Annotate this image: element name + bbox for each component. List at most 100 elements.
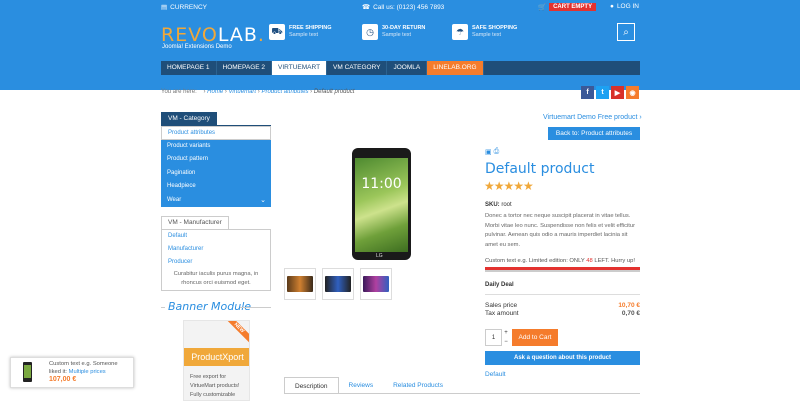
sku-info: SKU: root [485,202,512,208]
custom-stock-text: Custom text e.g. Limited edition: ONLY 4… [485,258,635,264]
popup-price: 107,00 € [49,376,77,383]
feature-title: FREE SHIPPING [289,25,332,31]
feature-shipping: ⛟ FREE SHIPPING Sample text [269,24,331,40]
category-item[interactable]: Product attributes [161,126,271,140]
phone-brand-logo: LG [376,253,383,259]
login-link[interactable]: ● LOG IN [610,3,639,10]
nav-virtuemart[interactable]: VIRTUEMART [272,61,328,75]
banner-desc-line: Free export for [190,374,227,380]
custom-text-post: LEFT. Hurry up! [592,258,635,264]
breadcrumb-home[interactable]: Home [207,89,223,95]
plus-icon[interactable]: + [502,329,510,337]
ask-question-button[interactable]: Ask a question about this product [485,351,640,365]
login-label: LOG IN [616,3,639,10]
minus-icon[interactable]: − [502,338,510,346]
tab-reviews[interactable]: Reviews [339,377,384,394]
call-label: Call us: (0123) 456 7893 [373,3,445,11]
daily-deal-label: Daily Deal [485,282,514,288]
phone-screen: 11:00 [355,158,408,252]
main-nav: HOMEPAGE 1 HOMEPAGE 2 VIRTUEMART VM CATE… [161,61,640,75]
currency-menu[interactable]: ▤ CURRENCY [161,3,207,12]
currency-label: CURRENCY [170,3,207,11]
currency-icon: ▤ [161,4,168,11]
popup-product-link[interactable]: Multiple prices [69,369,106,375]
tab-related-products[interactable]: Related Products [383,377,453,394]
breadcrumb-virtuemart[interactable]: Virtuemart [229,89,257,95]
logo-dot: . [257,24,265,46]
category-item[interactable]: Pagination [161,166,271,180]
next-product-link[interactable]: Virtuemart Demo Free product › [543,114,642,121]
feature-sub: Sample text [382,32,412,38]
facebook-icon[interactable]: f [581,86,594,99]
manufacturer-item[interactable]: Producer [162,256,270,269]
social-proof-popup[interactable]: Custom text e.g. Someone liked it: Multi… [10,357,134,388]
sales-price-row: Sales price 10,70 € [485,302,640,309]
tax-value: 0,70 € [621,310,640,317]
add-to-cart-button[interactable]: Add to Cart [512,329,558,346]
category-item[interactable]: Headpiece [161,180,271,194]
product-main-image[interactable]: 11:00 LG [352,148,411,260]
product-thumbnail[interactable] [284,268,316,300]
print-icon[interactable]: ⎙ [494,148,500,156]
cart-link[interactable]: 🛒 CART EMPTY [538,3,597,11]
tabs-divider [284,393,640,394]
twitter-icon[interactable]: t [596,86,609,99]
tab-description[interactable]: Description [284,377,339,394]
nav-vm-category[interactable]: VM CATEGORY [327,61,388,75]
youtube-icon[interactable]: ▶ [611,86,624,99]
quantity-input[interactable]: 1 [485,329,502,346]
umbrella-icon: ☂ [452,24,468,40]
product-thumbnail[interactable] [360,268,392,300]
top-bar: ▤ CURRENCY ☎ Call us: (0123) 456 7893 🛒 … [0,0,800,16]
banner-divider-left [161,307,165,308]
category-item[interactable]: Product variants [161,139,271,153]
banner-divider-right [240,307,271,308]
call-info: ☎ Call us: (0123) 456 7893 [362,3,445,12]
feature-sub: Sample text [289,32,319,38]
logo-subtitle: Joomla! Extensions Demo [162,44,232,50]
thumbnail-image [363,276,389,292]
sku-value: root [501,202,512,208]
category-item[interactable]: Product pattern [161,153,271,167]
breadcrumb-prefix: You are here: [161,89,197,95]
user-icon: ● [610,3,614,10]
nav-joomla[interactable]: JOOMLA [387,61,428,75]
site-logo[interactable]: REVOLAB. [161,24,265,46]
social-links: f t ▶ ◉ [581,86,639,99]
pdf-icon[interactable]: ▣ [485,148,492,156]
popup-line-prefix: liked it: [49,368,69,375]
manufacturer-item[interactable]: Manufacturer [162,243,270,256]
cart-badge: CART EMPTY [549,3,597,11]
manufacturer-desc-line: Curabitur iaculis purus magna, in [173,271,259,277]
search-button[interactable]: ⌕ [617,23,635,41]
banner-desc-line: Fully customizable [190,392,236,398]
chevron-down-icon[interactable]: ⌄ [260,194,266,208]
thumbnail-image [325,276,351,292]
product-thumbnail[interactable] [322,268,354,300]
popup-text: Custom text e.g. Someone liked it: Multi… [49,361,118,376]
banner-description: Free export for VirtueMart products! Ful… [190,373,239,400]
breadcrumb: You are here: › Home › Virtuemart › Prod… [161,89,355,95]
clock-icon: ◷ [362,24,378,40]
breadcrumb-product-attributes[interactable]: Product attributes [261,89,308,95]
site-header: ▤ CURRENCY ☎ Call us: (0123) 456 7893 🛒 … [0,0,800,90]
manufacturer-module-title: VM - Manufacturer [161,216,229,229]
back-to-category-button[interactable]: Back to: Product attributes [548,127,640,140]
tax-label: Tax amount [485,310,519,317]
nav-linelab[interactable]: LINELAB.ORG [427,61,484,75]
deal-divider [485,294,640,295]
category-item-wear[interactable]: Wear ⌄ [161,193,271,208]
manufacturer-item[interactable]: Default [162,230,270,243]
nav-homepage-2[interactable]: HOMEPAGE 2 [217,61,273,75]
nav-homepage-1[interactable]: HOMEPAGE 1 [161,61,217,75]
logo-part1: REVO [161,24,218,46]
category-list: Product attributes Product variants Prod… [161,126,271,207]
banner-ad[interactable]: NEW ProductXport Free export for VirtueM… [183,320,250,401]
rss-icon[interactable]: ◉ [626,86,639,99]
sales-price-label: Sales price [485,302,518,309]
rating-stars: ★★★★★ [484,179,534,193]
stock-progress-track [485,270,640,272]
custom-text-pre: Custom text e.g. Limited edition: ONLY [485,258,587,264]
manufacturer-link[interactable]: Default [485,371,506,378]
truck-icon: ⛟ [269,24,285,40]
